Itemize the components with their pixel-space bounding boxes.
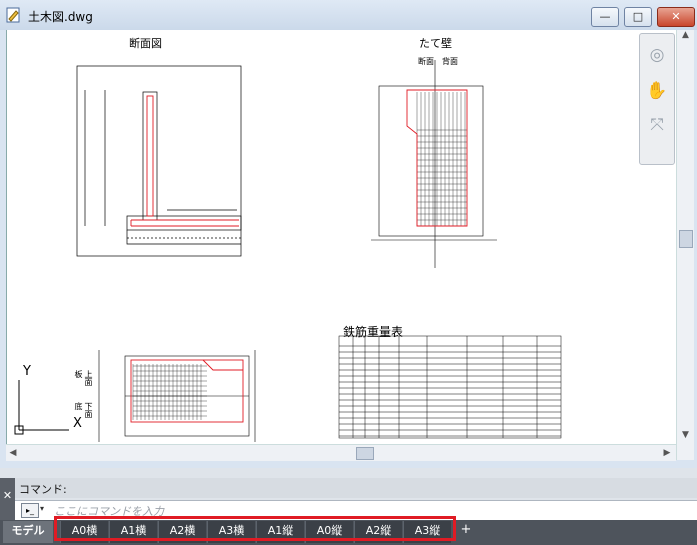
vertical-scroll-thumb[interactable] — [679, 230, 693, 248]
scroll-up-icon[interactable]: ▲ — [677, 30, 694, 44]
tab-layout[interactable]: A2横 — [158, 521, 206, 543]
close-icon: ✕ — [671, 10, 681, 23]
navigation-bar: ◎ ✋ ⤧ — [639, 33, 675, 165]
tab-layout[interactable]: A3縦 — [403, 521, 451, 543]
scroll-left-icon[interactable]: ◀ — [6, 445, 20, 461]
wall-subtitle: 断面 背面 — [418, 57, 458, 66]
ucs-y-label: Y — [23, 364, 31, 379]
ucs-icon — [14, 380, 69, 435]
dwg-file-icon — [6, 7, 20, 23]
tab-layout[interactable]: A2縦 — [354, 521, 402, 543]
vertical-scrollbar[interactable]: ▲ ▼ — [676, 30, 694, 460]
cad-drawing — [14, 60, 562, 442]
rebar-weight-table — [338, 335, 562, 439]
command-history — [15, 478, 697, 498]
add-layout-icon[interactable]: + — [459, 523, 473, 537]
horizontal-scrollbar[interactable]: ◀ ▶ — [6, 444, 676, 461]
horizontal-scroll-thumb[interactable] — [356, 447, 374, 460]
ucs-x-label: X — [73, 416, 82, 431]
tab-layout[interactable]: A3横 — [207, 521, 255, 543]
tab-layout[interactable]: A0横 — [60, 521, 108, 543]
command-prompt-icon[interactable]: ▸_ — [21, 503, 39, 518]
scroll-down-icon[interactable]: ▼ — [677, 430, 694, 444]
command-close-icon[interactable]: ✕ — [1, 489, 14, 502]
tab-model[interactable]: モデル — [3, 521, 53, 543]
steering-wheel-icon[interactable]: ◎ — [646, 44, 668, 66]
close-window-button[interactable]: ✕ — [657, 7, 695, 27]
command-dropdown-icon[interactable]: ▾ — [40, 504, 44, 513]
drawing-canvas[interactable]: 断面図 たて壁 断面 背面 鉄筋重量表 Y X 板 底 上面 下面 ◎ ✋ ⤧ — [6, 30, 677, 460]
plan-lower-label: 下面 — [84, 402, 93, 418]
plan-rebar-grid — [132, 364, 207, 420]
section-rebar — [130, 95, 239, 227]
command-placeholder[interactable]: ここにコマンドを入力 — [54, 503, 164, 519]
scroll-right-icon[interactable]: ▶ — [660, 445, 674, 461]
wall-rebar-grid — [416, 92, 467, 227]
rebar-table-title: 鉄筋重量表 — [343, 325, 404, 339]
wall-drawing — [371, 60, 497, 268]
zoom-extents-icon[interactable]: ⤧ — [646, 114, 668, 136]
pan-hand-icon[interactable]: ✋ — [646, 80, 668, 102]
maximize-icon: □ — [632, 10, 644, 23]
maximize-button[interactable]: □ — [624, 7, 652, 27]
minimize-icon: — — [599, 10, 611, 23]
plan-upper-label: 上面 — [84, 370, 93, 386]
tab-layout[interactable]: A1横 — [109, 521, 157, 543]
minimize-button[interactable]: — — [591, 7, 619, 27]
tab-layout[interactable]: A0縦 — [305, 521, 353, 543]
window-title: 土木図.dwg — [28, 10, 93, 24]
window-title-bar: 土木図.dwg — □ ✕ — [0, 0, 697, 30]
command-history-label: コマンド: — [19, 483, 67, 496]
tab-layout[interactable]: A1縦 — [256, 521, 304, 543]
section-drawing — [76, 65, 242, 257]
wall-title: たて壁 — [419, 37, 452, 50]
section-title: 断面図 — [129, 37, 162, 50]
